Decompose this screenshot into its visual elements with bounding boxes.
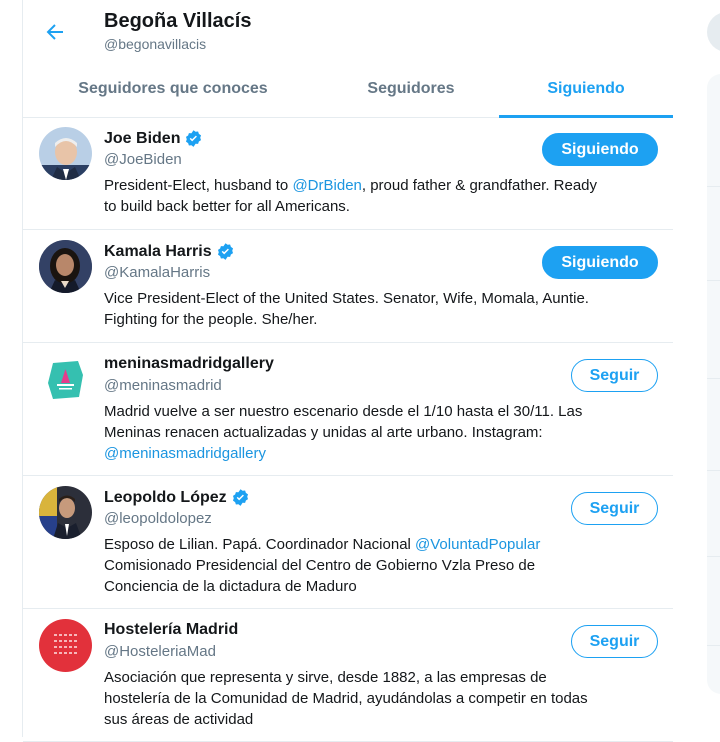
divider: [707, 186, 720, 187]
user-name[interactable]: Hostelería Madrid: [104, 621, 238, 639]
verified-badge-icon: [232, 489, 248, 506]
bio-text: Madrid vuelve a ser nuestro escenario de…: [104, 403, 583, 420]
avatar[interactable]: [39, 619, 92, 672]
following-button[interactable]: Siguiendo: [542, 133, 658, 166]
divider: [707, 645, 720, 646]
user-handle: @leopoldolopez: [104, 510, 212, 527]
divider: [707, 378, 720, 379]
tab-bar: Seguidores que conoces Seguidores Siguie…: [23, 66, 673, 118]
user-bio: Esposo de Lilian. Papá. Coordinador Naci…: [104, 534, 660, 597]
bio-text: Asociación que representa y sirve, desde…: [104, 669, 547, 686]
user-name[interactable]: Kamala Harris: [104, 242, 235, 261]
bio-text: Fighting for the people. She/her.: [104, 311, 318, 328]
user-handle: @HosteleriaMad: [104, 643, 216, 660]
bio-text: Conciencia de la dictadura de Maduro: [104, 578, 357, 595]
verified-badge-icon: [186, 130, 202, 147]
follow-button[interactable]: Seguir: [571, 625, 658, 658]
user-handle: @JoeBiden: [104, 151, 182, 168]
list-item[interactable]: Kamala Harris @KamalaHarris Siguiendo Vi…: [23, 230, 673, 343]
bio-text: Esposo de Lilian. Papá. Coordinador Naci…: [104, 536, 416, 553]
mention-link[interactable]: @meninasmadridgallery: [104, 445, 266, 462]
user-name-text: Leopoldo López: [104, 488, 227, 506]
avatar[interactable]: [39, 353, 92, 406]
bio-text: sus áreas de actividad: [104, 711, 254, 728]
avatar[interactable]: [39, 486, 92, 539]
user-bio: Vice President-Elect of the United State…: [104, 288, 660, 330]
verified-badge-icon: [217, 243, 233, 260]
user-bio: President-Elect, husband to @DrBiden, pr…: [104, 175, 660, 217]
page-handle: @begonavillacis: [104, 36, 207, 52]
avatar[interactable]: [39, 240, 92, 293]
user-name[interactable]: Joe Biden: [104, 129, 203, 148]
user-name-text: Hostelería Madrid: [104, 621, 239, 638]
user-handle: @meninasmadrid: [104, 377, 222, 394]
avatar[interactable]: [39, 127, 92, 180]
bio-text: Vice President-Elect of the United State…: [104, 290, 589, 307]
list-item[interactable]: meninasmadridgallery @meninasmadrid Segu…: [23, 343, 673, 476]
user-handle: @KamalaHarris: [104, 264, 211, 281]
trends-panel: [707, 74, 720, 694]
list-item[interactable]: Joe Biden @JoeBiden Siguiendo President-…: [23, 117, 673, 230]
bio-text: Comisionado Presidencial del Centro de G…: [104, 557, 536, 574]
user-name-text: meninasmadridgallery: [104, 355, 274, 372]
list-item[interactable]: Hostelería Madrid @HosteleriaMad Seguir …: [23, 609, 673, 742]
user-list: Joe Biden @JoeBiden Siguiendo President-…: [23, 117, 673, 742]
user-name[interactable]: Leopoldo López: [104, 488, 250, 507]
user-name-text: Kamala Harris: [104, 242, 212, 260]
back-arrow-icon[interactable]: [43, 20, 67, 44]
mention-link[interactable]: @VoluntadPopular: [415, 536, 540, 553]
bio-text: President-Elect, husband to: [104, 177, 293, 194]
user-bio: Madrid vuelve a ser nuestro escenario de…: [104, 401, 660, 464]
user-name-text: Joe Biden: [104, 129, 181, 147]
follow-button[interactable]: Seguir: [571, 492, 658, 525]
main-column: Begoña Villacís @begonavillacis Seguidor…: [22, 0, 674, 742]
search-box[interactable]: [707, 12, 720, 52]
bio-text: hostelería de la Comunidad de Madrid, ay…: [104, 690, 588, 707]
mention-link[interactable]: @DrBiden: [292, 177, 361, 194]
page-title: Begoña Villacís: [104, 10, 252, 32]
profile-header: Begoña Villacís @begonavillacis: [23, 0, 673, 66]
bio-text: Meninas renacen actualizadas y unidas al…: [104, 424, 543, 441]
right-sidebar: [673, 0, 720, 737]
follow-button[interactable]: Seguir: [571, 359, 658, 392]
tab-followers-you-know[interactable]: Seguidores que conoces: [23, 66, 323, 117]
user-bio: Asociación que representa y sirve, desde…: [104, 667, 660, 730]
bio-text: to build back better for all Americans.: [104, 198, 350, 215]
tab-following[interactable]: Siguiendo: [499, 66, 673, 118]
list-item[interactable]: Leopoldo López @leopoldolopez Seguir Esp…: [23, 476, 673, 609]
bio-text: , proud father & grandfather. Ready: [361, 177, 598, 194]
divider: [707, 470, 720, 471]
divider: [707, 280, 720, 281]
following-button[interactable]: Siguiendo: [542, 246, 658, 279]
divider: [707, 556, 720, 557]
tab-followers[interactable]: Seguidores: [323, 66, 499, 117]
left-margin: [0, 0, 22, 737]
user-name[interactable]: meninasmadridgallery: [104, 355, 274, 373]
